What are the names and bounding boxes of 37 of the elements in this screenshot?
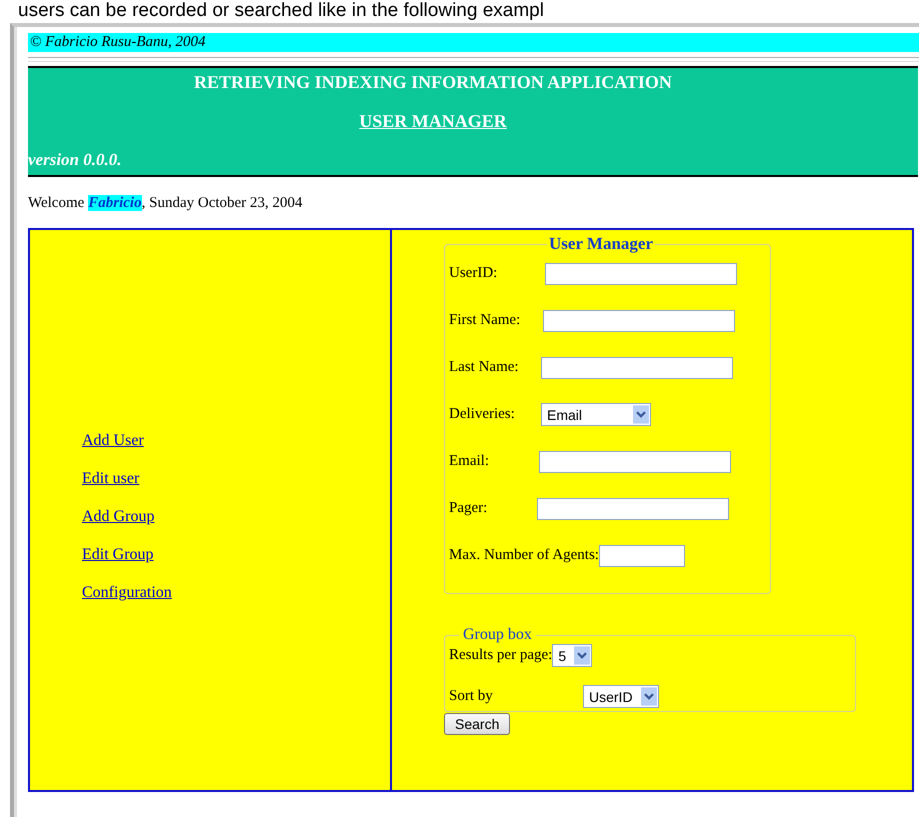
nav-link[interactable]: Add User <box>82 432 390 450</box>
field-label: Deliveries: <box>449 406 516 423</box>
chevron-icon <box>633 405 649 424</box>
field-label: Max. Number of Agents: <box>449 547 599 564</box>
user-name: Fabricio <box>88 195 142 211</box>
field-label: Results per page: <box>449 647 552 664</box>
text-field[interactable] <box>537 498 729 520</box>
text-field[interactable] <box>541 356 733 378</box>
text-field[interactable] <box>545 262 737 284</box>
caption-text: users can be recorded or searched like in the following exampl <box>17 0 545 22</box>
text-field[interactable] <box>539 450 731 472</box>
field-label: Email: <box>449 453 490 470</box>
fieldset-legend: User Manager <box>547 234 656 254</box>
date-text: , Sunday October 23, 2004 <box>142 195 302 211</box>
search-button[interactable]: Search <box>444 713 510 735</box>
field-label: Sort by <box>449 688 494 705</box>
nav-link[interactable]: Configuration <box>82 584 390 602</box>
chevron-icon <box>640 687 657 706</box>
app-title: RETRIEVING INDEXING INFORMATION APPLICATION <box>193 72 673 93</box>
nav-link[interactable]: Edit user <box>82 470 390 488</box>
nav-link[interactable]: Add Group <box>82 508 390 526</box>
field-label: UserID: <box>449 265 498 282</box>
chevron-icon <box>574 646 590 665</box>
field-label: Pager: <box>449 500 488 517</box>
field-label: Last Name: <box>449 359 520 376</box>
version-text: version 0.0.0. <box>28 150 122 170</box>
welcome-text: Welcome <box>28 195 84 211</box>
nav-link[interactable]: Edit Group <box>82 546 390 564</box>
fieldset-legend: Group box <box>459 626 536 644</box>
copyright-bar: © Fabricio Rusu-Banu, 2004 <box>28 33 919 52</box>
dropdown[interactable]: UserID <box>583 685 659 708</box>
text-field[interactable] <box>598 544 685 566</box>
text-field[interactable] <box>543 310 735 332</box>
dropdown[interactable]: Email <box>541 403 651 426</box>
dropdown[interactable]: 5 <box>552 644 592 667</box>
field-label: First Name: <box>449 312 522 329</box>
page-title: USER MANAGER <box>359 111 507 131</box>
